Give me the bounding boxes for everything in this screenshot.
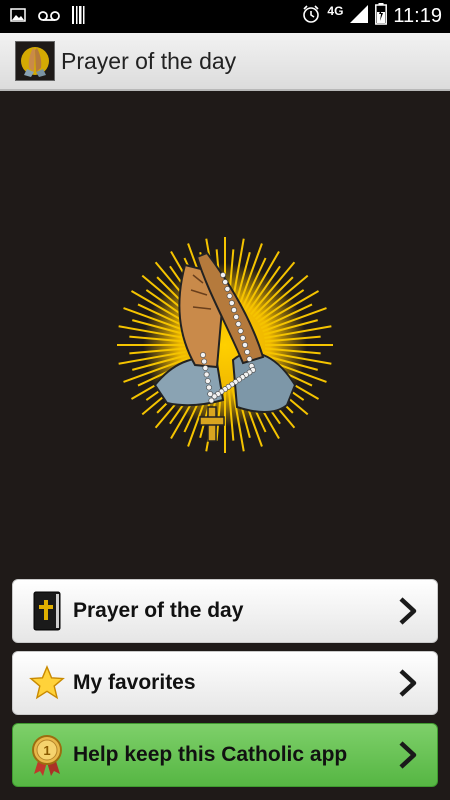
praying-hands-illustration <box>115 235 335 455</box>
image-icon <box>10 8 26 27</box>
star-icon <box>29 663 65 703</box>
voicemail-icon <box>38 9 60 27</box>
status-bar: 4G 11:19 <box>0 0 450 33</box>
barcode-icon <box>72 6 86 29</box>
prayer-of-the-day-button[interactable]: Prayer of the day <box>12 579 438 643</box>
chevron-right-icon <box>399 741 417 769</box>
battery-icon <box>375 3 388 30</box>
medal-icon: 1 <box>29 735 65 776</box>
clock-time: 11:19 <box>393 5 442 27</box>
action-bar: Prayer of the day <box>0 33 450 91</box>
chevron-right-icon <box>399 597 417 625</box>
help-keep-app-button[interactable]: 1 Help keep this Catholic app <box>12 723 438 787</box>
my-favorites-label: My favorites <box>73 671 196 694</box>
page-title: Prayer of the day <box>61 48 237 74</box>
svg-text:1: 1 <box>43 743 50 758</box>
signal-icon <box>349 4 369 29</box>
my-favorites-button[interactable]: My favorites <box>12 651 438 715</box>
alarm-icon <box>301 4 321 29</box>
chevron-right-icon <box>399 669 417 697</box>
prayer-of-the-day-label: Prayer of the day <box>73 599 244 622</box>
help-keep-app-label: Help keep this Catholic app <box>73 743 348 766</box>
praying-hands-icon[interactable] <box>15 41 55 81</box>
bible-icon <box>29 591 65 631</box>
network-type: 4G <box>327 3 344 18</box>
